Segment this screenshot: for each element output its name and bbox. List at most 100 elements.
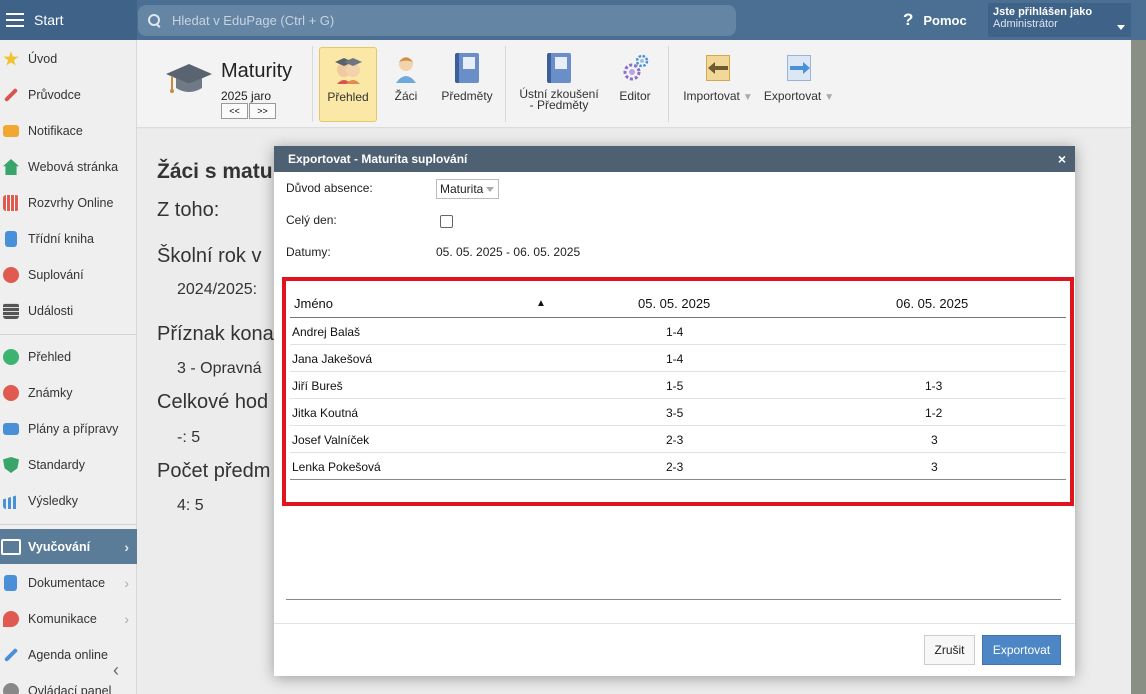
sidebar-item-pruvodce[interactable]: Průvodce	[0, 77, 137, 113]
next-term-button[interactable]: >>	[249, 103, 276, 119]
column-header-date2[interactable]: 06. 05. 2025	[896, 296, 968, 311]
duvod-absence-select[interactable]: Maturita	[436, 179, 499, 199]
predmety-button[interactable]: Předměty	[437, 47, 497, 122]
briefcase-icon	[3, 423, 19, 435]
sidebar-item-plany[interactable]: Plány a přípravy	[0, 411, 137, 447]
person-icon	[3, 267, 19, 283]
dialog-header: Exportovat - Maturita suplování ×	[274, 146, 1075, 172]
editor-button[interactable]: Editor	[613, 47, 657, 122]
exportovat-button[interactable]: Exportovat ▼	[761, 47, 837, 122]
sidebar-item-label: Plány a přípravy	[28, 422, 119, 436]
calendar-icon	[3, 303, 19, 319]
skolni-rok-value: 2024/2025:	[177, 281, 258, 298]
sidebar-item-notifikace[interactable]: Notifikace	[0, 113, 137, 149]
prev-term-button[interactable]: <<	[221, 103, 248, 119]
cell-name: Andrej Balaš	[292, 325, 361, 339]
wand-icon	[3, 87, 19, 103]
cell-date2: 3	[931, 460, 938, 474]
collapse-sidebar-icon[interactable]: ‹	[113, 660, 119, 681]
dropdown-caret-icon: ▼	[824, 92, 835, 103]
sort-asc-icon[interactable]: ▲	[536, 298, 546, 309]
students-icon	[335, 58, 362, 84]
dropdown-caret-icon: ▼	[742, 92, 753, 103]
export-button[interactable]: Exportovat	[982, 635, 1061, 665]
background-strip	[1131, 40, 1146, 694]
importovat-label: Importovat ▼	[683, 89, 753, 103]
substitution-table: Jméno ▲ 05. 05. 2025 06. 05. 2025 Andrej…	[290, 285, 1066, 480]
cell-date1: 1-4	[666, 325, 684, 339]
table-header: Jméno ▲ 05. 05. 2025 06. 05. 2025	[290, 285, 1066, 318]
table-row[interactable]: Josef Valníček 2-3 3	[290, 426, 1066, 453]
import-icon	[704, 53, 732, 83]
gears-icon	[623, 54, 649, 81]
table-row[interactable]: Jitka Koutná 3-5 1-2	[290, 399, 1066, 426]
sidebar-item-label: Dokumentace	[28, 576, 106, 590]
sidebar-item-vyucovani[interactable]: Vyučování ›	[0, 529, 137, 564]
sidebar-item-rozvrhy[interactable]: Rozvrhy Online	[0, 185, 137, 221]
cancel-button[interactable]: Zrušit	[924, 635, 975, 665]
cell-name: Jiří Bureš	[292, 379, 343, 393]
sidebar-divider	[0, 334, 137, 335]
cely-den-checkbox[interactable]	[440, 215, 453, 228]
z-toho-label: Z toho:	[157, 199, 220, 221]
column-header-date1[interactable]: 05. 05. 2025	[638, 296, 710, 311]
sidebar-item-prehled[interactable]: Přehled	[0, 339, 137, 375]
book-icon	[453, 53, 481, 83]
export-icon	[785, 53, 813, 83]
cell-date1: 2-3	[666, 433, 684, 447]
sidebar-item-uvod[interactable]: Úvod	[0, 41, 137, 77]
cell-date1: 1-4	[666, 352, 684, 366]
content-heading: Žáci s matu	[157, 160, 273, 183]
celkove-label: Celkové hod	[157, 391, 269, 413]
prehled-button[interactable]: Přehled	[319, 47, 377, 122]
prehled-label: Přehled	[327, 90, 369, 104]
user-menu[interactable]: Jste přihlášen jako Administrátor	[988, 3, 1131, 37]
user-role: Administrátor	[993, 18, 1058, 30]
envelope-icon	[3, 125, 19, 137]
top-bar: Start ? Pomoc Jste přihlášen jako Admini…	[0, 0, 1146, 40]
ustni-zkouseni-button[interactable]: Ústní zkoušení - Předměty	[515, 47, 603, 122]
sidebar-item-vysledky[interactable]: Výsledky	[0, 483, 137, 519]
sidebar-item-tridni-kniha[interactable]: Třídní kniha	[0, 221, 137, 257]
student-icon	[396, 57, 416, 83]
column-header-name[interactable]: Jméno	[294, 296, 333, 311]
table-row[interactable]: Andrej Balaš 1-4	[290, 318, 1066, 345]
search-box[interactable]	[138, 5, 736, 36]
sidebar-item-label: Standardy	[28, 458, 85, 472]
chevron-down-icon	[1117, 25, 1125, 30]
sidebar-item-label: Přehled	[28, 350, 72, 364]
pocet-value: 4: 5	[177, 497, 204, 514]
importovat-button[interactable]: Importovat ▼	[680, 47, 756, 122]
open-book-icon	[1, 538, 21, 555]
table-row[interactable]: Jiří Bureš 1-5 1-3	[290, 372, 1066, 399]
cell-name: Lenka Pokešová	[292, 460, 381, 474]
help-button[interactable]: ? Pomoc	[903, 10, 967, 30]
table-row[interactable]: Lenka Pokešová 2-3 3	[290, 453, 1066, 480]
start-menu-button[interactable]: Start	[0, 0, 137, 40]
grades-icon	[3, 385, 19, 401]
cell-date1: 1-5	[666, 379, 684, 393]
chevron-right-icon: ›	[124, 538, 129, 555]
footer-divider	[274, 623, 1075, 624]
sidebar-item-dokumentace[interactable]: Dokumentace ›	[0, 565, 137, 601]
sidebar-item-udalosti[interactable]: Události	[0, 293, 137, 329]
toolbar: Maturity 2025 jaro << >> Přehled Žáci Př…	[137, 40, 1146, 128]
hamburger-icon	[6, 13, 24, 27]
divider	[286, 599, 1061, 600]
sidebar-item-label: Rozvrhy Online	[28, 196, 114, 210]
sidebar-item-standardy[interactable]: Standardy	[0, 447, 137, 483]
sidebar-item-komunikace[interactable]: Komunikace ›	[0, 601, 137, 637]
search-input[interactable]	[172, 13, 672, 28]
gear-icon	[3, 683, 19, 694]
cell-name: Jana Jakešová	[292, 352, 373, 366]
sidebar-item-suplovani[interactable]: Suplování	[0, 257, 137, 293]
sidebar-item-label: Výsledky	[28, 494, 79, 508]
close-icon[interactable]: ×	[1058, 151, 1066, 167]
zaci-button[interactable]: Žáci	[387, 47, 425, 122]
sidebar-item-znamky[interactable]: Známky	[0, 375, 137, 411]
sidebar-item-label: Události	[28, 304, 74, 318]
table-row[interactable]: Jana Jakešová 1-4	[290, 345, 1066, 372]
sidebar-item-webova-stranka[interactable]: Webová stránka	[0, 149, 137, 185]
toolbar-separator	[668, 46, 669, 122]
help-label: Pomoc	[923, 12, 967, 28]
